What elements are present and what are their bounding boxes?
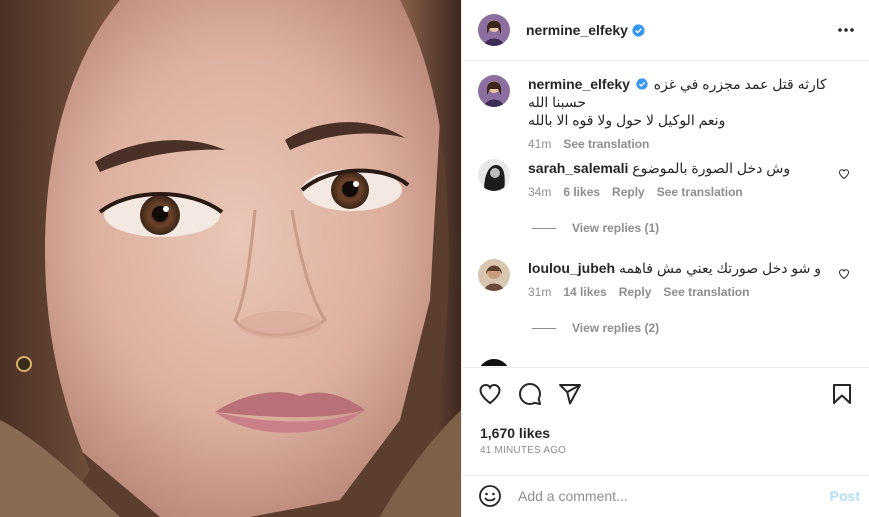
comments-list[interactable]: nermine_elfeky كارثه قتل عمد مجزره في غز… <box>462 61 869 366</box>
see-translation-link[interactable]: See translation <box>563 137 649 151</box>
likes-count[interactable]: 1,670 likes <box>480 425 550 441</box>
comment-meta: 31m 14 likes Reply See translation <box>528 285 848 299</box>
comment-body: loulou_jubeh و شو دخل صورتك يعني مش فاهم… <box>528 259 848 299</box>
see-translation-link[interactable]: See translation <box>657 185 743 199</box>
post-sidebar: nermine_elfeky nermine_elfeky كارثه قتل … <box>461 0 869 517</box>
verified-badge-icon <box>636 78 648 90</box>
avatar-image <box>478 159 510 191</box>
caption-body: nermine_elfeky كارثه قتل عمد مجزره في غز… <box>528 75 848 151</box>
post-header: nermine_elfeky <box>462 0 869 61</box>
comment-meta: 34m 6 likes Reply See translation <box>528 185 848 199</box>
commenter-avatar[interactable] <box>478 159 510 191</box>
post-timestamp[interactable]: 41 MINUTES AGO <box>480 445 566 456</box>
comment-content: وش دخل الصورة بالموضوع <box>632 160 791 176</box>
more-options-icon[interactable] <box>836 20 856 40</box>
comment-text: sarah_salemali وش دخل الصورة بالموضوع <box>528 159 848 177</box>
post-actions: 1,670 likes 41 MINUTES AGO <box>462 367 869 475</box>
see-translation-link[interactable]: See translation <box>663 285 749 299</box>
caption-meta: 41m See translation <box>528 137 848 151</box>
comment-like-heart-icon[interactable] <box>838 168 850 180</box>
caption-text: nermine_elfeky كارثه قتل عمد مجزره في غز… <box>528 75 848 129</box>
commenter-avatar[interactable] <box>478 259 510 291</box>
comment-like-heart-icon[interactable] <box>838 268 850 280</box>
comment-likes[interactable]: 6 likes <box>563 185 600 199</box>
author-avatar[interactable] <box>478 14 510 46</box>
emoji-icon[interactable] <box>478 484 502 508</box>
verified-badge-icon <box>632 23 645 37</box>
reply-button[interactable]: Reply <box>612 185 645 199</box>
caption-time[interactable]: 41m <box>528 137 551 151</box>
post-dialog: nermine_elfeky nermine_elfeky كارثه قتل … <box>0 0 869 517</box>
avatar-image <box>478 14 510 46</box>
divider-line <box>532 327 556 329</box>
commenter-avatar[interactable] <box>478 359 510 366</box>
post-comment-button[interactable]: Post <box>830 488 860 504</box>
bookmark-icon[interactable] <box>830 382 854 406</box>
author-username[interactable]: nermine_elfeky <box>526 22 628 38</box>
caption-username[interactable]: nermine_elfeky <box>528 76 630 92</box>
caption-avatar[interactable] <box>478 75 510 107</box>
send-icon[interactable] <box>558 382 582 406</box>
comment-time[interactable]: 31m <box>528 285 551 299</box>
comment-body: sarah_salemali وش دخل الصورة بالموضوع 34… <box>528 159 848 199</box>
view-replies-label: View replies (2) <box>572 321 660 335</box>
heart-icon[interactable] <box>478 382 502 406</box>
comment-time[interactable]: 34m <box>528 185 551 199</box>
comment-likes[interactable]: 14 likes <box>563 285 606 299</box>
comment-content: و شو دخل صورتك يعني مش فاهمه <box>619 260 821 276</box>
view-replies-button[interactable]: View replies (1) <box>532 221 659 235</box>
avatar-image <box>478 75 510 107</box>
avatar-image <box>478 259 510 291</box>
comment-text: loulou_jubeh و شو دخل صورتك يعني مش فاهم… <box>528 259 848 277</box>
comment-username[interactable]: sarah_salemali <box>528 160 628 176</box>
caption-line-2: ونعم الوكيل لا حول ولا قوه الا بالله <box>528 112 726 128</box>
divider-line <box>532 227 556 229</box>
comment-icon[interactable] <box>518 382 542 406</box>
add-comment-bar: Post <box>462 475 869 517</box>
view-replies-button[interactable]: View replies (2) <box>532 321 659 335</box>
action-icons <box>478 382 854 408</box>
post-image[interactable] <box>0 0 461 517</box>
portrait-photo <box>0 0 461 517</box>
reply-button[interactable]: Reply <box>619 285 652 299</box>
view-replies-label: View replies (1) <box>572 221 660 235</box>
comment-username[interactable]: loulou_jubeh <box>528 260 615 276</box>
comment-input[interactable] <box>518 485 818 507</box>
